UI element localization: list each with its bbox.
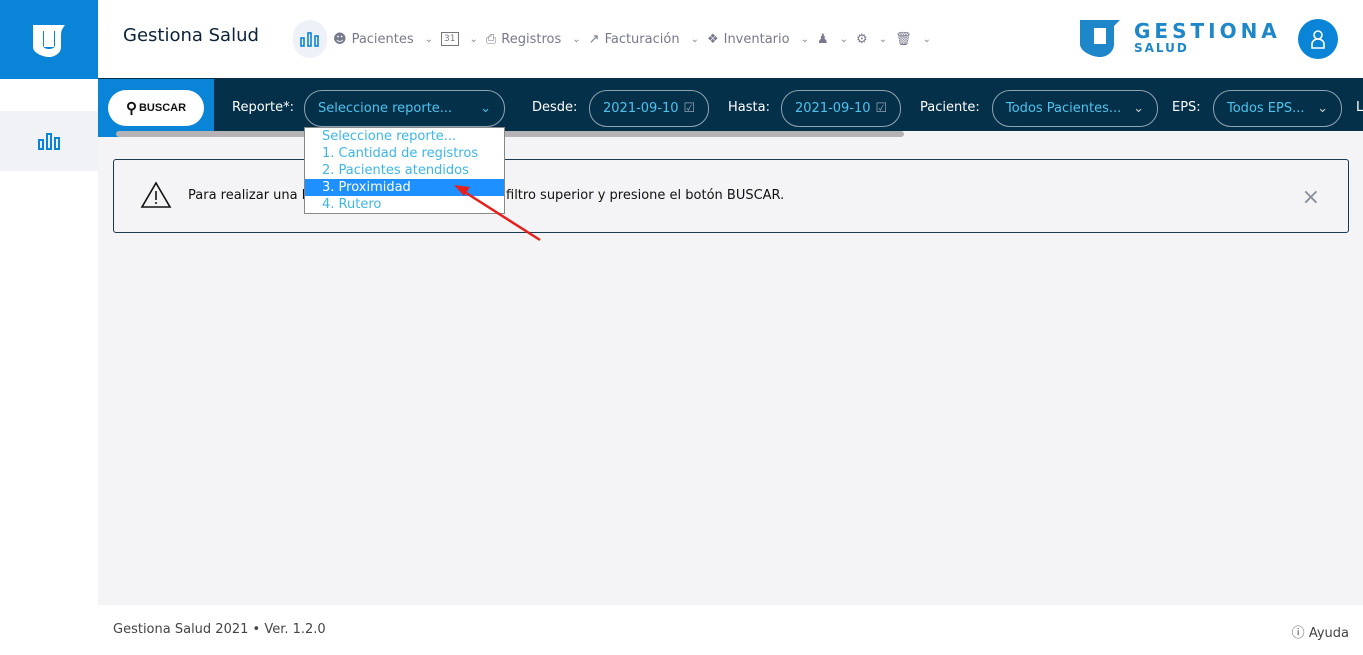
eps-value: Todos EPS... bbox=[1227, 101, 1305, 116]
eps-label: EPS: bbox=[1172, 100, 1201, 115]
reporte-value: Seleccione reporte... bbox=[318, 101, 453, 116]
nav-facturacion[interactable]: ↗ Facturación ⌄ bbox=[589, 32, 699, 47]
cut-off-label: L bbox=[1356, 100, 1363, 115]
calendar-icon: 31 bbox=[441, 32, 459, 46]
nav-inventario[interactable]: ❖ Inventario ⌄ bbox=[707, 32, 809, 47]
chevron-down-icon: ⌄ bbox=[480, 101, 491, 116]
app-logo[interactable] bbox=[0, 0, 98, 79]
desde-date-input[interactable]: 2021-09-10 ☑ bbox=[589, 90, 709, 127]
trash-icon: 🗑 bbox=[895, 31, 912, 47]
nav-label: Registros bbox=[501, 31, 562, 47]
gear-icon: ⚙ bbox=[856, 31, 868, 47]
main-nav: ☻ Pacientes ⌄ 31 ⌄ ⎙ Registros ⌄ ↗ Facturación… bbox=[293, 20, 939, 58]
nav-label: Facturación bbox=[604, 31, 680, 47]
paciente-select[interactable]: Todos Pacientes... ⌄ bbox=[992, 90, 1158, 127]
dropdown-option[interactable]: 2. Pacientes atendidos bbox=[305, 162, 504, 179]
chevron-down-icon: ⌄ bbox=[922, 33, 931, 45]
nav-calendar[interactable]: 31 ⌄ bbox=[441, 32, 478, 46]
user-avatar-button[interactable] bbox=[1298, 19, 1338, 59]
chevron-down-icon: ⌄ bbox=[424, 33, 434, 45]
help-icon: ⓘ bbox=[1291, 626, 1305, 641]
user-icon: ☻ bbox=[333, 31, 347, 47]
nav-pacientes[interactable]: ☻ Pacientes ⌄ bbox=[333, 32, 433, 47]
alert-text: Para realizar una b bbox=[188, 188, 311, 203]
nav-trash[interactable]: 🗑 ⌄ bbox=[895, 32, 931, 47]
search-icon: ⚲ bbox=[125, 100, 137, 117]
chevron-down-icon: ⌄ bbox=[469, 33, 478, 45]
calendar-check-icon: ☑ bbox=[875, 101, 887, 116]
buscar-button[interactable]: ⚲ BUSCAR bbox=[108, 90, 204, 126]
dropdown-option[interactable]: Seleccione reporte... bbox=[305, 128, 504, 145]
filter-bar: ⚲ BUSCAR Reporte*: Seleccione reporte... ⌄… bbox=[98, 79, 1363, 137]
top-navbar: Gestiona Salud ☻ Pacientes ⌄ 31 ⌄ ⎙ Registro… bbox=[98, 0, 1363, 79]
close-icon[interactable]: × bbox=[1302, 185, 1320, 210]
desde-value: 2021-09-10 bbox=[603, 101, 679, 116]
user-icon bbox=[1311, 30, 1325, 49]
chevron-down-icon: ⌄ bbox=[800, 33, 809, 45]
help-link[interactable]: ⓘ Ayuda bbox=[1292, 622, 1349, 641]
red-arrow-annotation bbox=[454, 185, 541, 242]
nav-label: Inventario bbox=[723, 31, 790, 47]
box-icon: ❖ bbox=[706, 31, 719, 47]
hasta-date-input[interactable]: 2021-09-10 ☑ bbox=[781, 90, 901, 127]
nav-reports-button[interactable] bbox=[293, 20, 327, 58]
calendar-check-icon: ☑ bbox=[683, 101, 695, 116]
chevron-down-icon: ⌄ bbox=[572, 33, 581, 45]
growth-chart-icon: ↗ bbox=[588, 31, 600, 47]
alert-text-end: filtro superior y presione el botón BUSC… bbox=[506, 188, 785, 203]
paciente-value: Todos Pacientes... bbox=[1006, 101, 1122, 116]
brand-logo: GESTIONA SALUD bbox=[1080, 18, 1281, 58]
chevron-down-icon: ⌄ bbox=[839, 33, 849, 45]
nav-label: Pacientes bbox=[351, 31, 414, 47]
app-title: Gestiona Salud bbox=[123, 25, 259, 46]
reporte-select[interactable]: Seleccione reporte... ⌄ bbox=[304, 90, 505, 127]
logo-icon bbox=[33, 24, 65, 57]
filter-bar-scrollbar[interactable] bbox=[116, 131, 904, 137]
warning-icon bbox=[140, 181, 172, 208]
chevron-down-icon: ⌄ bbox=[878, 33, 888, 45]
hasta-label: Hasta: bbox=[728, 100, 770, 115]
bar-chart-icon bbox=[38, 133, 60, 150]
nav-user-settings[interactable]: ♟ ⌄ bbox=[817, 32, 848, 47]
hasta-value: 2021-09-10 bbox=[795, 101, 871, 116]
brand-subname: SALUD bbox=[1134, 41, 1189, 55]
dropdown-option[interactable]: 1. Cantidad de registros bbox=[305, 145, 504, 162]
chevron-down-icon: ⌄ bbox=[690, 33, 699, 45]
paciente-label: Paciente: bbox=[920, 100, 980, 115]
info-alert: Para realizar una b filtro superior y pr… bbox=[113, 159, 1349, 233]
bar-chart-icon bbox=[300, 32, 319, 47]
monitor-icon: ⎙ bbox=[485, 31, 497, 47]
eps-select[interactable]: Todos EPS... ⌄ bbox=[1213, 90, 1342, 127]
help-label: Ayuda bbox=[1308, 626, 1349, 641]
nav-registros[interactable]: ⎙ Registros ⌄ bbox=[486, 32, 581, 47]
brand-shield-icon bbox=[1080, 20, 1120, 57]
chevron-down-icon: ⌄ bbox=[1133, 101, 1144, 116]
version-text: Gestiona Salud 2021 • Ver. 1.2.0 bbox=[113, 622, 326, 637]
brand-name: GESTIONA bbox=[1134, 19, 1281, 43]
footer: Gestiona Salud 2021 • Ver. 1.2.0 ⓘ Ayuda bbox=[98, 605, 1363, 655]
sidebar bbox=[0, 79, 98, 655]
reporte-label: Reporte*: bbox=[232, 100, 294, 115]
sidebar-item-reports[interactable] bbox=[0, 111, 98, 171]
nav-settings[interactable]: ⚙ ⌄ bbox=[856, 32, 887, 47]
user-gear-icon: ♟ bbox=[816, 31, 829, 47]
buscar-label: BUSCAR bbox=[138, 102, 187, 114]
desde-label: Desde: bbox=[532, 100, 578, 115]
chevron-down-icon: ⌄ bbox=[1317, 101, 1328, 116]
